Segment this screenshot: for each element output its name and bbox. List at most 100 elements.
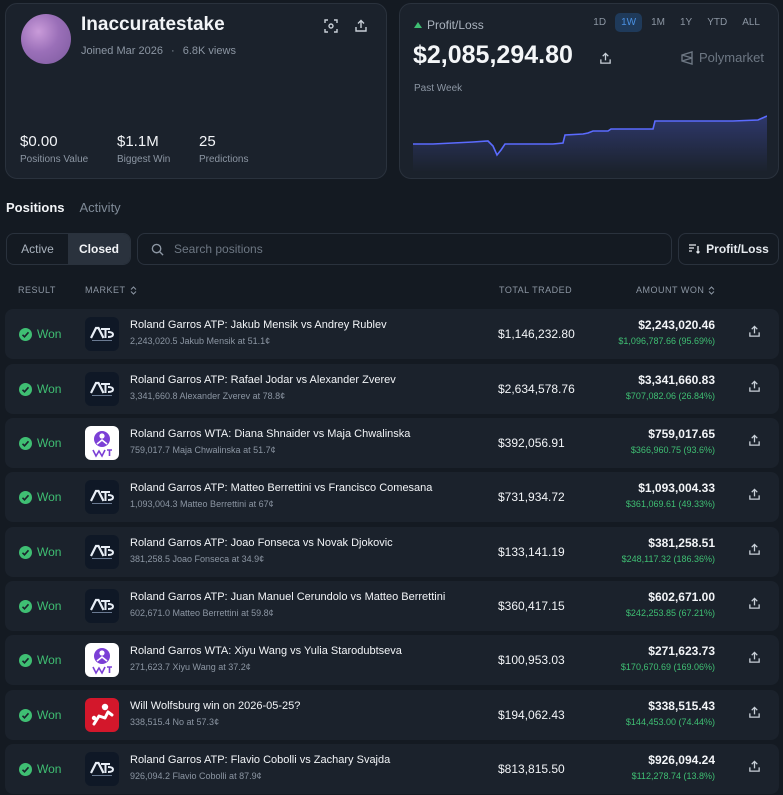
market-title[interactable]: Roland Garros ATP: Joao Fonseca vs Novak… xyxy=(130,537,393,549)
stat-predictions: 25 Predictions xyxy=(199,133,248,165)
column-header-market[interactable]: MARKET xyxy=(85,285,137,295)
atp-logo-icon xyxy=(85,535,119,569)
position-row[interactable]: Won Roland Garros ATP: Jakub Mensik vs A… xyxy=(5,309,779,359)
profit-gain: $366,960.75 (93.6%) xyxy=(630,445,715,455)
amount-won: $759,017.65 xyxy=(648,427,715,441)
status-toggle: Active Closed xyxy=(6,233,131,265)
profile-meta: Joined Mar 2026 · 6.8K views xyxy=(81,45,236,57)
column-header-amount-won[interactable]: AMOUNT WON xyxy=(636,285,715,295)
market-detail: 926,094.2 Flavio Cobolli at 87.9¢ xyxy=(130,771,262,781)
sort-toggle-icon xyxy=(130,285,136,295)
position-row[interactable]: Won Roland Garros WTA: Diana Shnaider vs… xyxy=(5,418,779,468)
share-icon[interactable] xyxy=(596,49,614,67)
share-icon[interactable] xyxy=(748,488,764,504)
result-label: Won xyxy=(37,599,62,613)
result-badge: Won xyxy=(19,708,61,722)
position-row[interactable]: Won Roland Garros WTA: Xiyu Wang vs Yuli… xyxy=(5,635,779,685)
check-circle-icon xyxy=(19,708,32,722)
market-title[interactable]: Will Wolfsburg win on 2026-05-25? xyxy=(130,700,300,712)
range-ytd[interactable]: YTD xyxy=(701,13,733,32)
share-icon[interactable] xyxy=(748,325,764,341)
check-circle-icon xyxy=(19,490,32,504)
pnl-label-text: Profit/Loss xyxy=(427,18,484,32)
atp-logo-icon xyxy=(85,480,119,514)
market-title[interactable]: Roland Garros WTA: Diana Shnaider vs Maj… xyxy=(130,428,410,440)
share-icon[interactable] xyxy=(352,17,370,35)
wta-logo-icon xyxy=(85,426,119,460)
result-badge: Won xyxy=(19,382,61,396)
stat-label: Biggest Win xyxy=(117,154,171,165)
username: Inaccuratestake xyxy=(81,14,225,35)
check-circle-icon xyxy=(19,327,32,341)
share-icon[interactable] xyxy=(748,760,764,776)
market-title[interactable]: Roland Garros WTA: Xiyu Wang vs Yulia St… xyxy=(130,645,402,657)
amount-won: $2,243,020.46 xyxy=(638,318,715,332)
range-1w[interactable]: 1W xyxy=(615,13,643,32)
atp-logo-icon xyxy=(85,752,119,786)
range-1m[interactable]: 1M xyxy=(645,13,671,32)
total-traded: $1,146,232.80 xyxy=(498,327,575,341)
amount-won: $338,515.43 xyxy=(648,699,715,713)
position-row[interactable]: Won Roland Garros ATP: Matteo Berrettini… xyxy=(5,472,779,522)
sort-button[interactable]: Profit/Loss xyxy=(678,233,779,265)
stat-biggest-win: $1.1M Biggest Win xyxy=(117,133,170,165)
profit-gain: $112,278.74 (13.8%) xyxy=(631,771,715,781)
share-icon[interactable] xyxy=(748,434,764,450)
result-label: Won xyxy=(37,762,62,776)
market-detail: 338,515.4 No at 57.3¢ xyxy=(130,717,220,727)
position-row[interactable]: Won Roland Garros ATP: Flavio Cobolli vs… xyxy=(5,744,779,794)
avatar[interactable] xyxy=(21,14,71,64)
market-title[interactable]: Roland Garros ATP: Flavio Cobolli vs Zac… xyxy=(130,754,390,766)
column-label: RESULT xyxy=(18,285,56,295)
market-title[interactable]: Roland Garros ATP: Jakub Mensik vs Andre… xyxy=(130,319,387,331)
triangle-up-icon xyxy=(414,22,422,28)
check-circle-icon xyxy=(19,382,32,396)
position-row[interactable]: Won Roland Garros ATP: Rafael Jodar vs A… xyxy=(5,364,779,414)
market-detail: 2,243,020.5 Jakub Mensik at 51.1¢ xyxy=(130,336,271,346)
total-traded: $813,815.50 xyxy=(498,762,565,776)
position-row[interactable]: Won Will Wolfsburg win on 2026-05-25? 33… xyxy=(5,690,779,740)
tab-activity[interactable]: Activity xyxy=(80,200,121,215)
scan-icon[interactable] xyxy=(322,17,340,35)
meta-separator: · xyxy=(171,45,175,57)
profit-gain: $170,670.69 (169.06%) xyxy=(620,662,715,672)
market-title[interactable]: Roland Garros ATP: Juan Manuel Cerundolo… xyxy=(130,591,445,603)
sort-icon xyxy=(689,244,701,254)
range-all[interactable]: ALL xyxy=(736,13,766,32)
profit-gain: $707,082.06 (26.84%) xyxy=(625,391,715,401)
atp-logo-icon xyxy=(85,589,119,623)
share-icon[interactable] xyxy=(748,706,764,722)
market-detail: 3,341,660.8 Alexander Zverev at 78.8¢ xyxy=(130,391,286,401)
total-traded: $392,056.91 xyxy=(498,436,565,450)
profile-card: Inaccuratestake Joined Mar 2026 · 6.8K v… xyxy=(5,3,387,179)
result-badge: Won xyxy=(19,490,61,504)
search-input[interactable] xyxy=(174,242,654,256)
share-icon[interactable] xyxy=(748,543,764,559)
market-title[interactable]: Roland Garros ATP: Rafael Jodar vs Alexa… xyxy=(130,374,396,386)
amount-won: $271,623.73 xyxy=(648,644,715,658)
filter-closed-button[interactable]: Closed xyxy=(68,234,130,264)
total-traded: $194,062.43 xyxy=(498,708,565,722)
column-header-traded: TOTAL TRADED xyxy=(499,285,572,295)
profit-gain: $144,453.00 (74.44%) xyxy=(625,717,715,727)
filter-active-button[interactable]: Active xyxy=(7,234,68,264)
range-selector: 1D 1W 1M 1Y YTD ALL xyxy=(587,13,766,32)
result-badge: Won xyxy=(19,599,61,613)
total-traded: $100,953.03 xyxy=(498,653,565,667)
tab-positions[interactable]: Positions xyxy=(6,200,65,215)
wta-logo-icon xyxy=(85,643,119,677)
market-detail: 271,623.7 Xiyu Wang at 37.2¢ xyxy=(130,662,251,672)
share-icon[interactable] xyxy=(748,597,764,613)
view-tabs: Positions Activity xyxy=(6,200,121,215)
market-title[interactable]: Roland Garros ATP: Matteo Berrettini vs … xyxy=(130,482,432,494)
position-row[interactable]: Won Roland Garros ATP: Juan Manuel Cerun… xyxy=(5,581,779,631)
total-traded: $360,417.15 xyxy=(498,599,565,613)
pnl-card: Profit/Loss 1D 1W 1M 1Y YTD ALL $2,085,2… xyxy=(399,3,779,179)
range-1d[interactable]: 1D xyxy=(587,13,612,32)
share-icon[interactable] xyxy=(748,380,764,396)
position-row[interactable]: Won Roland Garros ATP: Joao Fonseca vs N… xyxy=(5,527,779,577)
result-badge: Won xyxy=(19,762,61,776)
share-icon[interactable] xyxy=(748,651,764,667)
search-box xyxy=(137,233,672,265)
range-1y[interactable]: 1Y xyxy=(674,13,698,32)
